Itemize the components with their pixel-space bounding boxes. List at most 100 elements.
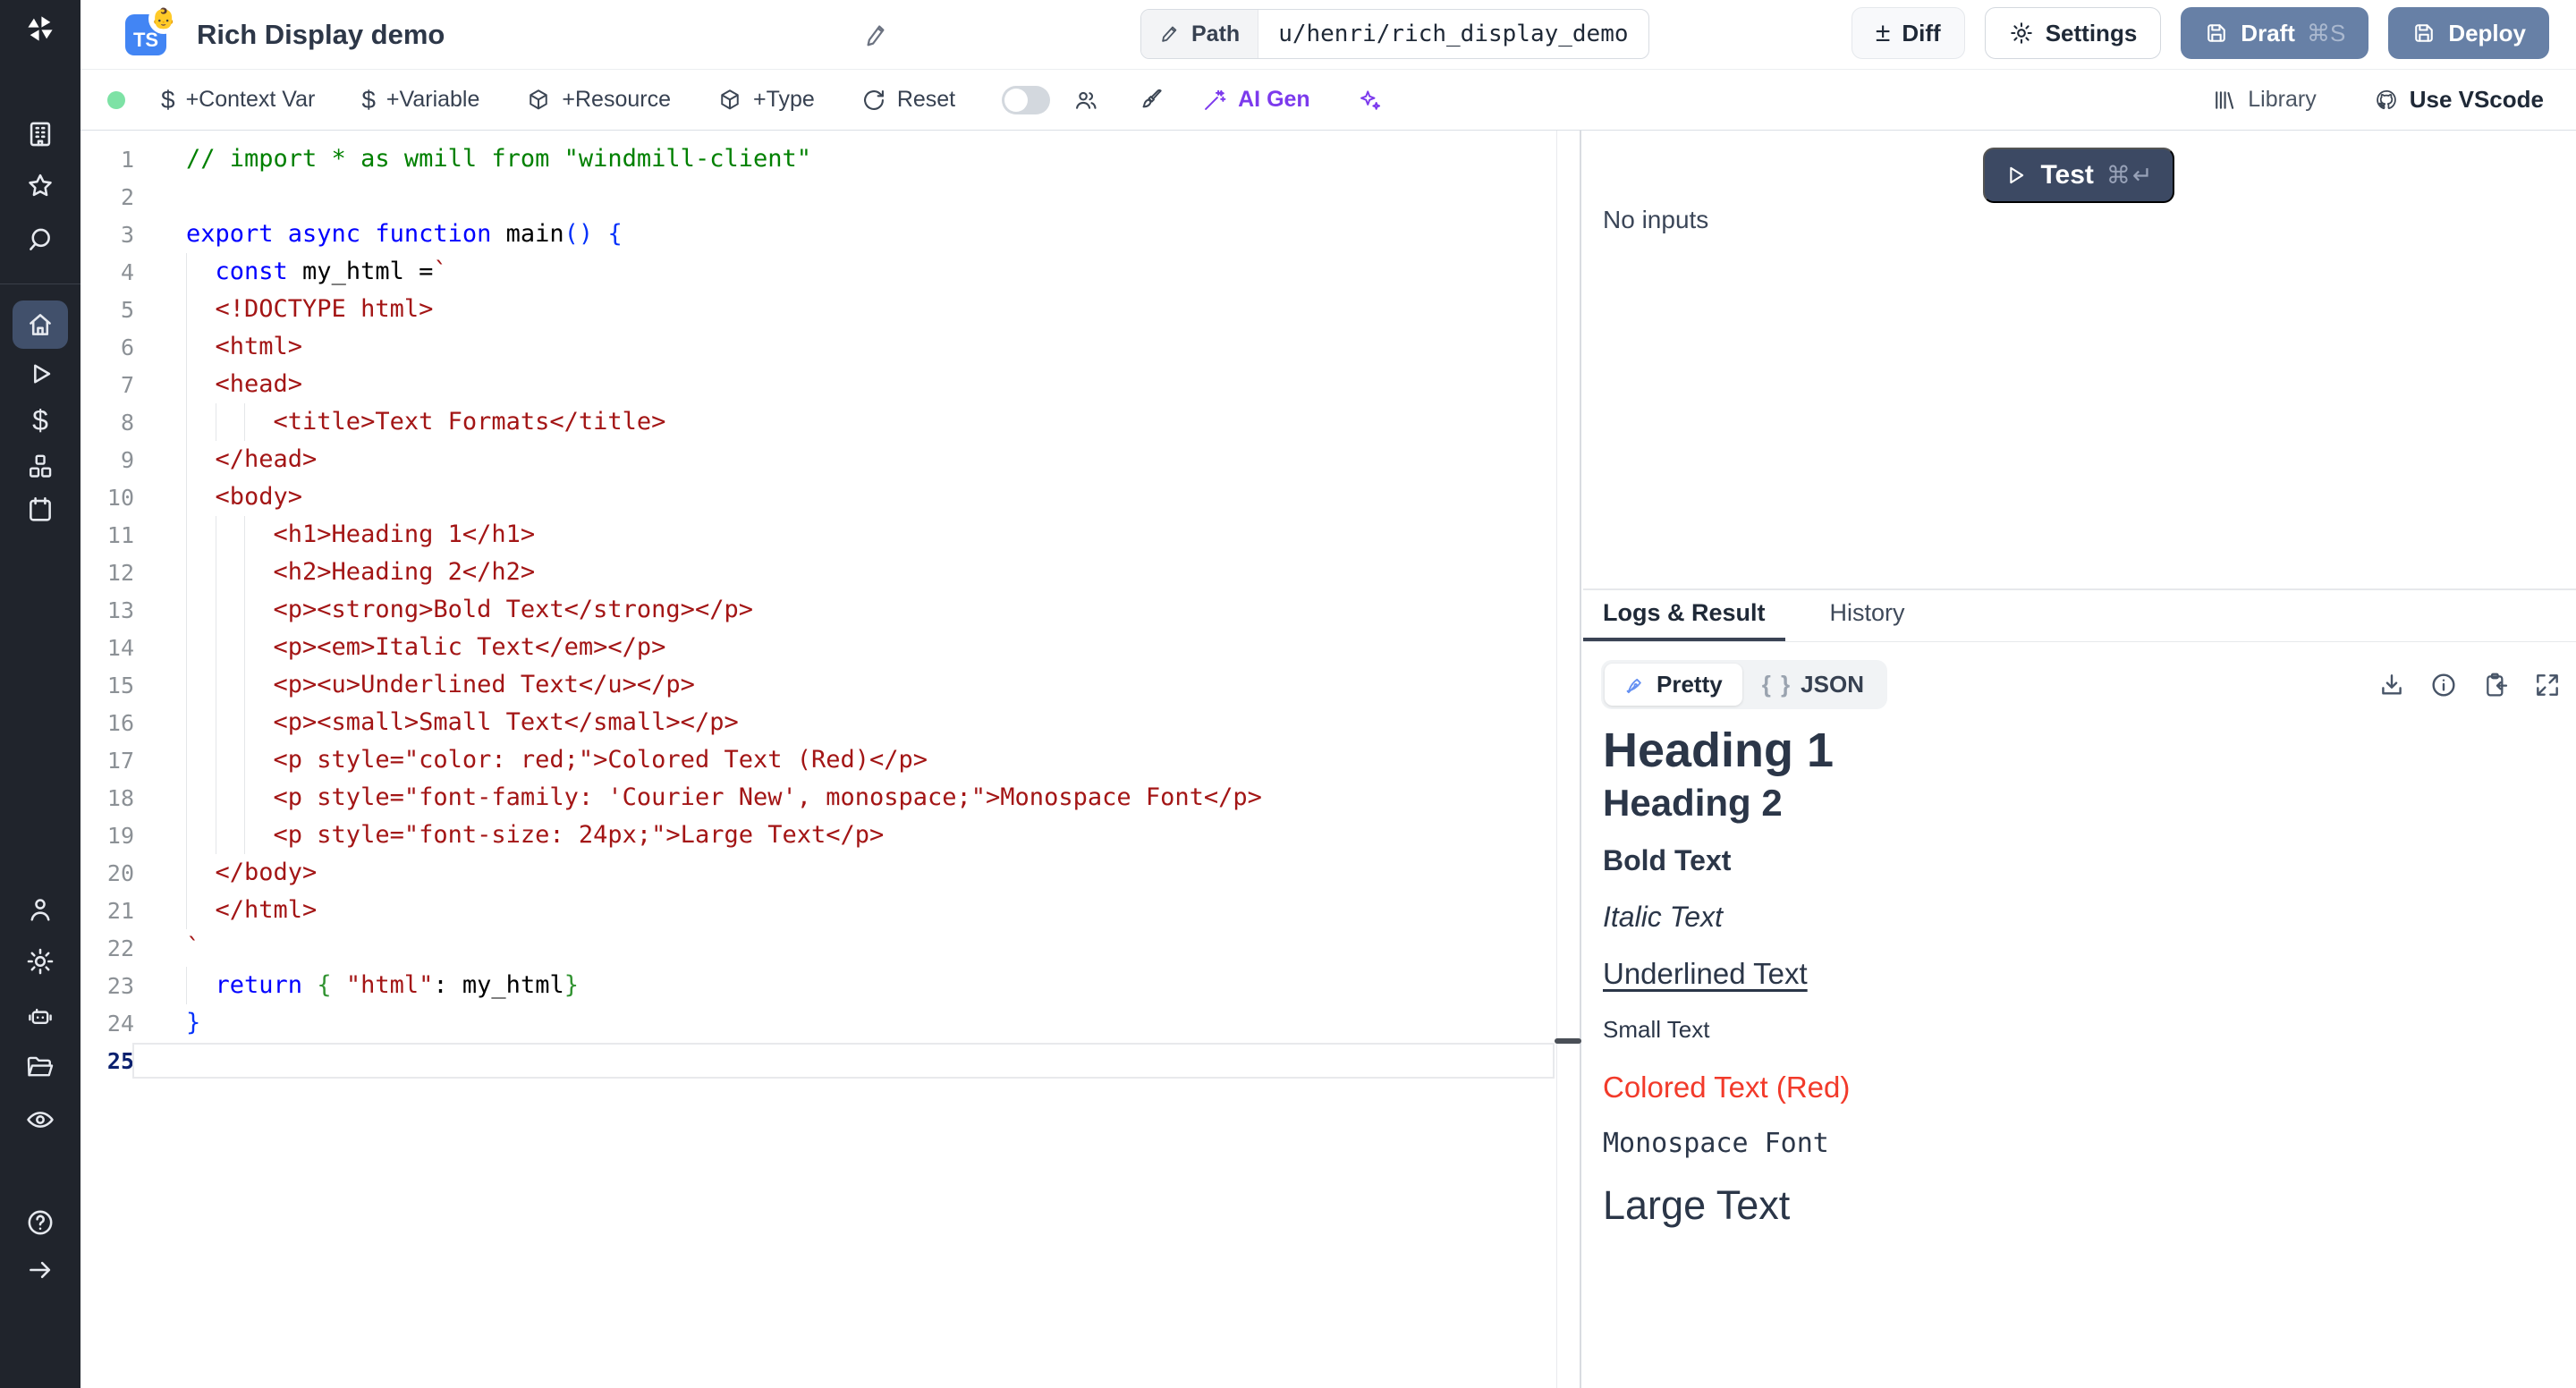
info-icon[interactable] xyxy=(2429,671,2458,699)
schedules-calendar-icon[interactable] xyxy=(24,494,56,526)
line-number: 21 xyxy=(80,898,134,924)
code-line: 7 <head> xyxy=(80,366,1556,403)
deploy-button[interactable]: Deploy xyxy=(2388,7,2549,59)
panel-splitter[interactable] xyxy=(1556,131,1581,1388)
line-number: 2 xyxy=(80,184,134,210)
add-variable-button[interactable]: $ +Variable xyxy=(361,87,479,113)
output-red: Colored Text (Red) xyxy=(1603,1071,2558,1104)
code-line: 8 <title>Text Formats</title> xyxy=(80,403,1556,441)
reset-button[interactable]: Reset xyxy=(861,87,955,113)
line-number: 5 xyxy=(80,297,134,323)
line-number: 12 xyxy=(80,560,134,586)
line-number: 18 xyxy=(80,785,134,811)
code-line: 18 <p style="font-family: 'Courier New',… xyxy=(80,779,1556,817)
code-text: <h2>Heading 2</h2> xyxy=(186,554,1556,591)
help-icon[interactable] xyxy=(24,1206,56,1239)
code-line: 11 <h1>Heading 1</h1> xyxy=(80,516,1556,554)
view-json[interactable]: { } JSON xyxy=(1742,664,1884,706)
code-text: <head> xyxy=(186,366,1556,403)
code-text: <p><em>Italic Text</em></p> xyxy=(186,629,1556,666)
braces-icon: { } xyxy=(1762,671,1792,698)
status-dot xyxy=(107,91,125,109)
resources-cubes-icon[interactable] xyxy=(24,451,56,483)
edit-summary-pencil-icon[interactable] xyxy=(863,21,890,48)
line-number: 11 xyxy=(80,522,134,548)
copy-clipboard-icon[interactable] xyxy=(2481,671,2510,699)
code-text xyxy=(186,1042,1556,1079)
expand-icon[interactable] xyxy=(2533,671,2562,699)
format-brush-icon[interactable] xyxy=(1138,88,1163,113)
dollar-icon: $ xyxy=(361,88,376,113)
output-mono: Monospace Font xyxy=(1603,1128,2558,1159)
variables-dollar-icon[interactable]: $ xyxy=(24,404,56,436)
code-line: 12 <h2>Heading 2</h2> xyxy=(80,554,1556,591)
code-line: 10 <body> xyxy=(80,478,1556,516)
package-icon xyxy=(717,88,742,113)
output-h1: Heading 1 xyxy=(1603,724,2558,777)
library-button[interactable]: Library xyxy=(2212,87,2316,113)
language-badge: TS 👶 xyxy=(125,14,166,55)
assistant-toggle[interactable] xyxy=(1002,86,1050,114)
line-number: 10 xyxy=(80,485,134,511)
code-line: 5 <!DOCTYPE html> xyxy=(80,291,1556,328)
code-text: <!DOCTYPE html> xyxy=(186,291,1556,328)
workers-robot-icon[interactable] xyxy=(24,1001,56,1033)
add-context-var-button[interactable]: $ +Context Var xyxy=(161,87,315,113)
reset-icon xyxy=(861,88,886,113)
user-icon[interactable] xyxy=(24,893,56,926)
search-icon[interactable] xyxy=(24,224,56,256)
code-text: return { "html": my_html} xyxy=(186,967,1556,1004)
save-icon xyxy=(2204,21,2229,46)
code-line: 20 </body> xyxy=(80,854,1556,892)
windmill-script-editor: $ xyxy=(0,0,2576,1388)
code-line: 6 <html> xyxy=(80,328,1556,366)
output-h2: Heading 2 xyxy=(1603,783,2558,824)
code-line: 23 return { "html": my_html} xyxy=(80,967,1556,1004)
gear-icon xyxy=(2009,21,2034,46)
collapse-arrow-icon[interactable] xyxy=(24,1254,56,1286)
line-number: 20 xyxy=(80,860,134,886)
line-number: 9 xyxy=(80,447,134,473)
view-switcher: Pretty { } JSON xyxy=(1601,660,1887,709)
script-emoji: 👶 xyxy=(148,4,179,34)
code-line: 3export async function main() { xyxy=(80,216,1556,253)
workspace-building-icon[interactable] xyxy=(24,118,56,150)
settings-gear-icon[interactable] xyxy=(24,945,56,978)
favorites-star-icon[interactable] xyxy=(24,170,56,202)
tab-history[interactable]: History xyxy=(1810,590,1925,641)
path-field[interactable]: Path u/henri/rich_display_demo xyxy=(1140,9,1649,59)
multiplayer-users-icon[interactable] xyxy=(1073,88,1098,113)
sparkles-icon[interactable] xyxy=(1357,88,1382,113)
code-line: 2 xyxy=(80,178,1556,216)
output-underline: Underlined Text xyxy=(1603,957,2558,991)
windmill-logo[interactable] xyxy=(24,13,56,45)
folders-icon[interactable] xyxy=(24,1051,56,1083)
use-vscode-button[interactable]: Use VScode xyxy=(2374,86,2544,114)
code-line: 15 <p><u>Underlined Text</u></p> xyxy=(80,666,1556,704)
download-icon[interactable] xyxy=(2377,671,2406,699)
diff-button[interactable]: ± Diff xyxy=(1852,7,1965,59)
add-resource-button[interactable]: +Resource xyxy=(526,87,671,113)
splitter-grip[interactable] xyxy=(1555,1038,1581,1044)
line-number: 7 xyxy=(80,372,134,398)
home-icon[interactable] xyxy=(24,309,56,341)
runs-play-icon[interactable] xyxy=(24,358,56,390)
view-pretty[interactable]: Pretty xyxy=(1605,664,1742,706)
settings-button[interactable]: Settings xyxy=(1985,7,2162,59)
path-label: Path xyxy=(1191,21,1240,47)
audit-eye-icon[interactable] xyxy=(24,1104,56,1136)
result-panel: Logs & Result History Pretty { } JSON xyxy=(1583,588,2576,1388)
output-bold: Bold Text xyxy=(1603,844,2558,877)
octocat-icon xyxy=(2374,88,2399,113)
test-button[interactable]: Test ⌘↵ xyxy=(1983,148,2174,203)
ai-gen-button[interactable]: AI Gen xyxy=(1202,87,1310,113)
add-type-button[interactable]: +Type xyxy=(717,87,815,113)
tab-logs-result[interactable]: Logs & Result xyxy=(1583,590,1785,641)
result-tabs: Logs & Result History xyxy=(1583,590,2576,642)
plus-minus-icon: ± xyxy=(1876,20,1890,47)
draft-button[interactable]: Draft ⌘S xyxy=(2181,7,2368,59)
code-editor[interactable]: 1// import * as wmill from "windmill-cli… xyxy=(80,131,1556,1388)
package-icon xyxy=(526,88,551,113)
code-text: </head> xyxy=(186,441,1556,478)
path-value[interactable]: u/henri/rich_display_demo xyxy=(1258,10,1648,58)
